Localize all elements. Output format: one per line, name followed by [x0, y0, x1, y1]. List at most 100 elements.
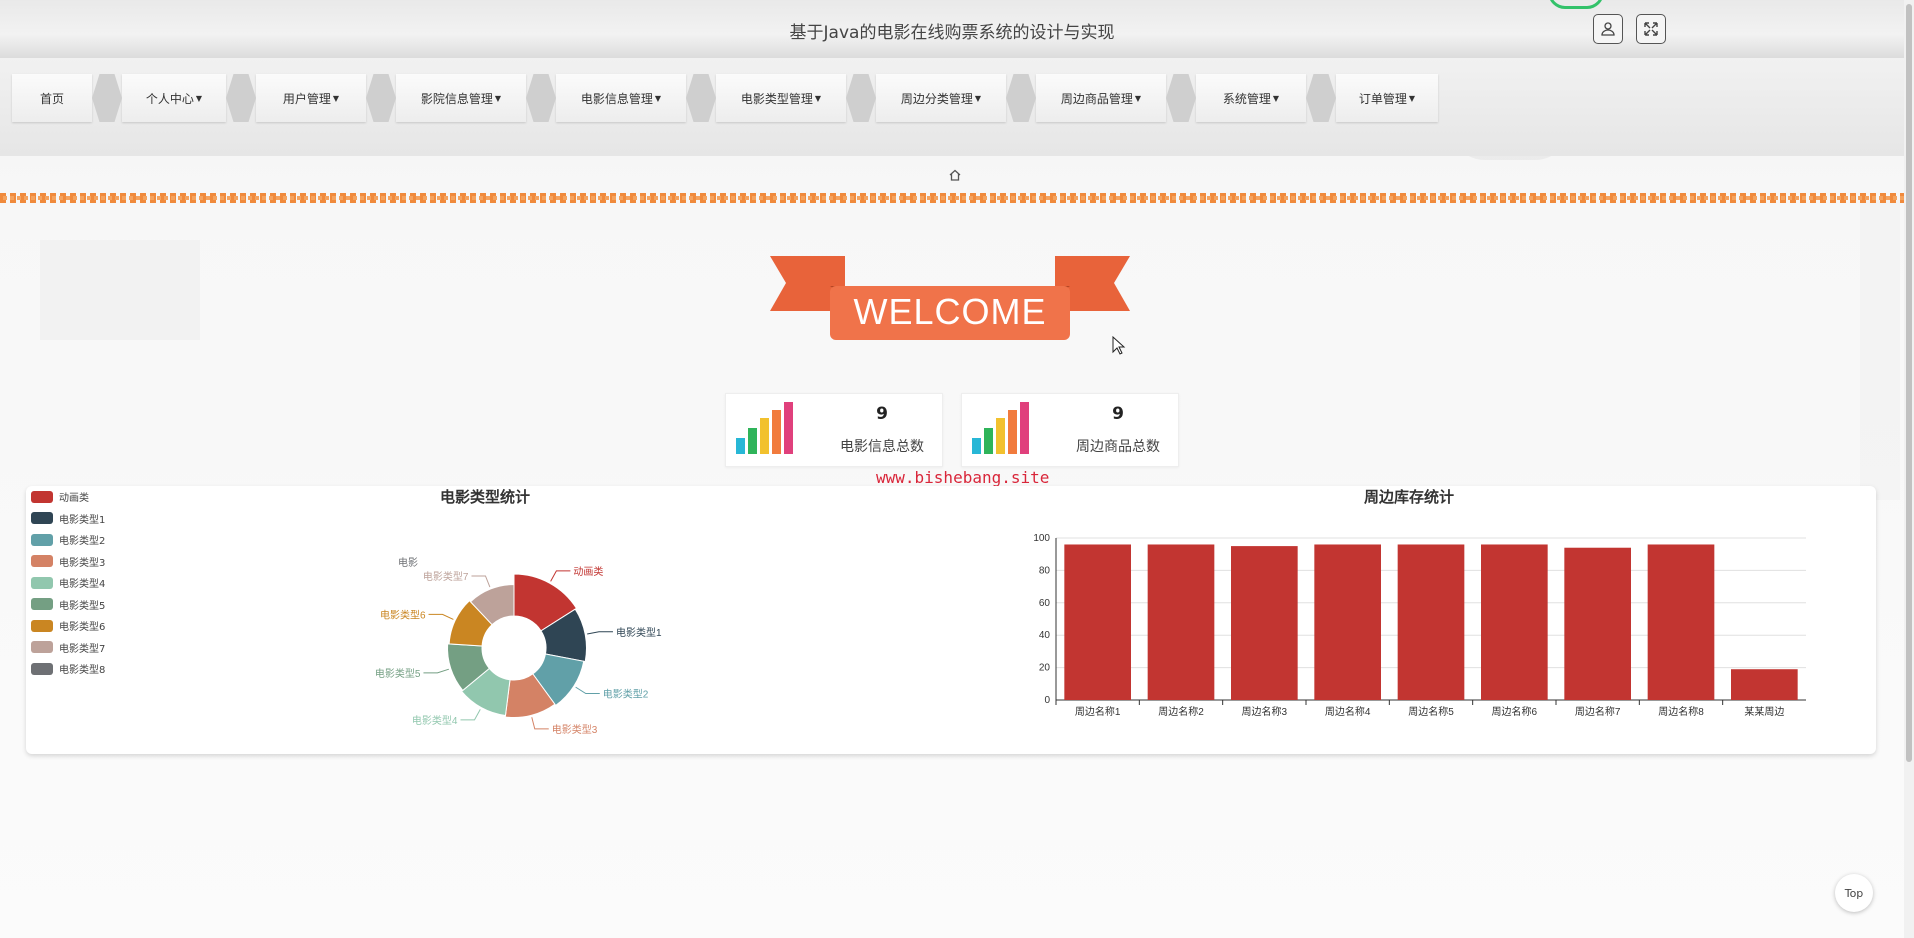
nav-item-9[interactable]: 系统管理 ▼	[1196, 74, 1306, 122]
y-tick-label: 0	[1044, 695, 1050, 706]
legend-swatch	[31, 512, 53, 525]
nav-item-label: 周边商品管理	[1060, 91, 1133, 106]
caret-down-icon: ▼	[1408, 93, 1416, 103]
pie-slice-label: 电影类型4	[412, 714, 458, 727]
legend-item[interactable]: 动画类	[31, 486, 105, 508]
stat-value: 9	[1112, 404, 1124, 424]
nav-item-label: 个人中心	[145, 91, 194, 106]
legend-item[interactable]: 电影类型6	[31, 615, 105, 637]
caret-down-icon: ▼	[332, 93, 340, 103]
bar[interactable]	[1564, 547, 1631, 700]
pie-label-line	[423, 668, 450, 674]
x-tick-label: 周边名称6	[1492, 705, 1538, 718]
legend-swatch	[31, 619, 53, 632]
legend-label: 电影类型2	[59, 536, 106, 548]
caret-down-icon: ▼	[1272, 93, 1280, 103]
scrollbar-thumb[interactable]	[1906, 4, 1912, 762]
fullscreen-button[interactable]	[1636, 14, 1666, 44]
bar[interactable]	[1481, 544, 1548, 700]
bar[interactable]	[1147, 544, 1215, 700]
nav-separator	[686, 74, 716, 122]
bar[interactable]	[1397, 544, 1465, 700]
y-tick-label: 60	[1039, 598, 1051, 609]
mouse-cursor-icon	[1112, 336, 1126, 355]
y-tick-label: 20	[1039, 663, 1051, 674]
legend-swatch	[31, 576, 53, 589]
legend-label: 电影类型5	[59, 600, 106, 612]
legend-label: 电影类型1	[59, 514, 106, 526]
main-nav: 首页 个人中心 ▼ 用户管理 ▼ 影院信息管理 ▼ 电影信息管理 ▼ 电影类型管理 ▼ 周边分类管理 ▼…	[12, 74, 1438, 122]
nav-item-8[interactable]: 周边商品管理 ▼	[1036, 74, 1166, 122]
nav-item-1[interactable]: 首页	[12, 74, 92, 122]
x-tick-label: 周边名称5	[1408, 705, 1454, 718]
home-breadcrumb-icon[interactable]	[948, 168, 962, 182]
nav-separator	[226, 74, 256, 122]
welcome-banner: WELCOME	[770, 256, 1130, 340]
bar-chart-icon	[736, 402, 793, 454]
y-tick-label: 80	[1039, 565, 1051, 576]
nav-item-6[interactable]: 电影类型管理 ▼	[716, 74, 846, 122]
chart-panel: 动画类 电影类型1 电影类型2 电影类型3 电影类型4 电影类型5 电影类型6 电影类型7 电影…	[26, 486, 1876, 754]
legend-swatch	[31, 598, 53, 611]
nav-separator	[92, 74, 122, 122]
pie-label-line	[550, 570, 571, 582]
pie-slice-label: 动画类	[573, 565, 603, 578]
x-tick-label: 某某周边	[1744, 706, 1784, 718]
legend-label: 动画类	[59, 493, 89, 505]
legend-item[interactable]: 电影类型3	[31, 551, 105, 573]
bar[interactable]	[1647, 544, 1715, 700]
user-icon	[1601, 22, 1615, 36]
nav-item-7[interactable]: 周边分类管理 ▼	[876, 74, 1006, 122]
legend-item[interactable]: 电影类型5	[31, 594, 105, 616]
legend-item[interactable]: 电影类型2	[31, 529, 105, 551]
nav-item-label: 电影类型管理	[740, 91, 813, 106]
background-decoration	[1860, 200, 1900, 500]
user-profile-button[interactable]	[1593, 14, 1623, 44]
nav-item-label: 影院信息管理	[420, 91, 493, 106]
caret-down-icon: ▼	[974, 93, 982, 103]
fullscreen-icon	[1644, 22, 1658, 36]
bar[interactable]	[1064, 544, 1131, 700]
nav-item-3[interactable]: 用户管理 ▼	[256, 74, 366, 122]
bar[interactable]	[1731, 669, 1798, 700]
legend-item[interactable]: 电影类型1	[31, 508, 105, 530]
pie-label-line	[587, 631, 613, 635]
x-tick-label: 周边名称4	[1325, 705, 1371, 718]
nav-item-10[interactable]: 订单管理 ▼	[1336, 74, 1438, 122]
legend-item[interactable]: 电影类型7	[31, 637, 105, 659]
caret-down-icon: ▼	[195, 93, 203, 103]
pie-slice-label: 电影类型6	[380, 608, 426, 621]
pie-slice-label: 电影类型3	[552, 723, 598, 736]
y-tick-label: 40	[1039, 630, 1051, 641]
nav-item-label: 系统管理	[1222, 91, 1271, 106]
legend-label: 电影类型8	[59, 665, 106, 677]
bar[interactable]	[1314, 544, 1381, 700]
pie-slice-label: 电影类型1	[616, 626, 662, 639]
pie-slice-label: 电影类型2	[603, 688, 649, 701]
nav-item-2[interactable]: 个人中心 ▼	[122, 74, 226, 122]
stat-card-products: 9 周边商品总数	[961, 393, 1179, 467]
nav-separator	[1166, 74, 1196, 122]
legend-label: 电影类型4	[59, 579, 106, 591]
nav-item-5[interactable]: 电影信息管理 ▼	[556, 74, 686, 122]
bar[interactable]	[1231, 546, 1298, 700]
decoration-shape	[1548, 0, 1604, 9]
nav-item-4[interactable]: 影院信息管理 ▼	[396, 74, 526, 122]
pie-label-line	[428, 613, 454, 620]
pie-label-line	[460, 709, 481, 721]
back-to-top-button[interactable]: Top	[1835, 874, 1873, 912]
top-bar: 基于Java的电影在线购票系统的设计与实现	[0, 0, 1904, 59]
legend-swatch	[31, 641, 53, 654]
caret-down-icon: ▼	[494, 93, 502, 103]
legend-label: 电影类型6	[59, 622, 106, 634]
legend-item[interactable]: 电影类型4	[31, 572, 105, 594]
x-tick-label: 周边名称3	[1242, 705, 1288, 718]
caret-down-icon: ▼	[814, 93, 822, 103]
y-tick-label: 100	[1033, 533, 1050, 544]
scrollbar[interactable]	[1904, 0, 1914, 938]
nav-separator	[846, 74, 876, 122]
pie-chart: 动画类电影类型1 电影类型2 电影类型3 电影类型4 电影类型5 电影类型6 电影类型7 电影	[375, 556, 662, 736]
legend-label: 电影类型3	[59, 557, 106, 569]
x-tick-label: 周边名称8	[1658, 705, 1704, 718]
legend-item[interactable]: 电影类型8	[31, 658, 105, 680]
